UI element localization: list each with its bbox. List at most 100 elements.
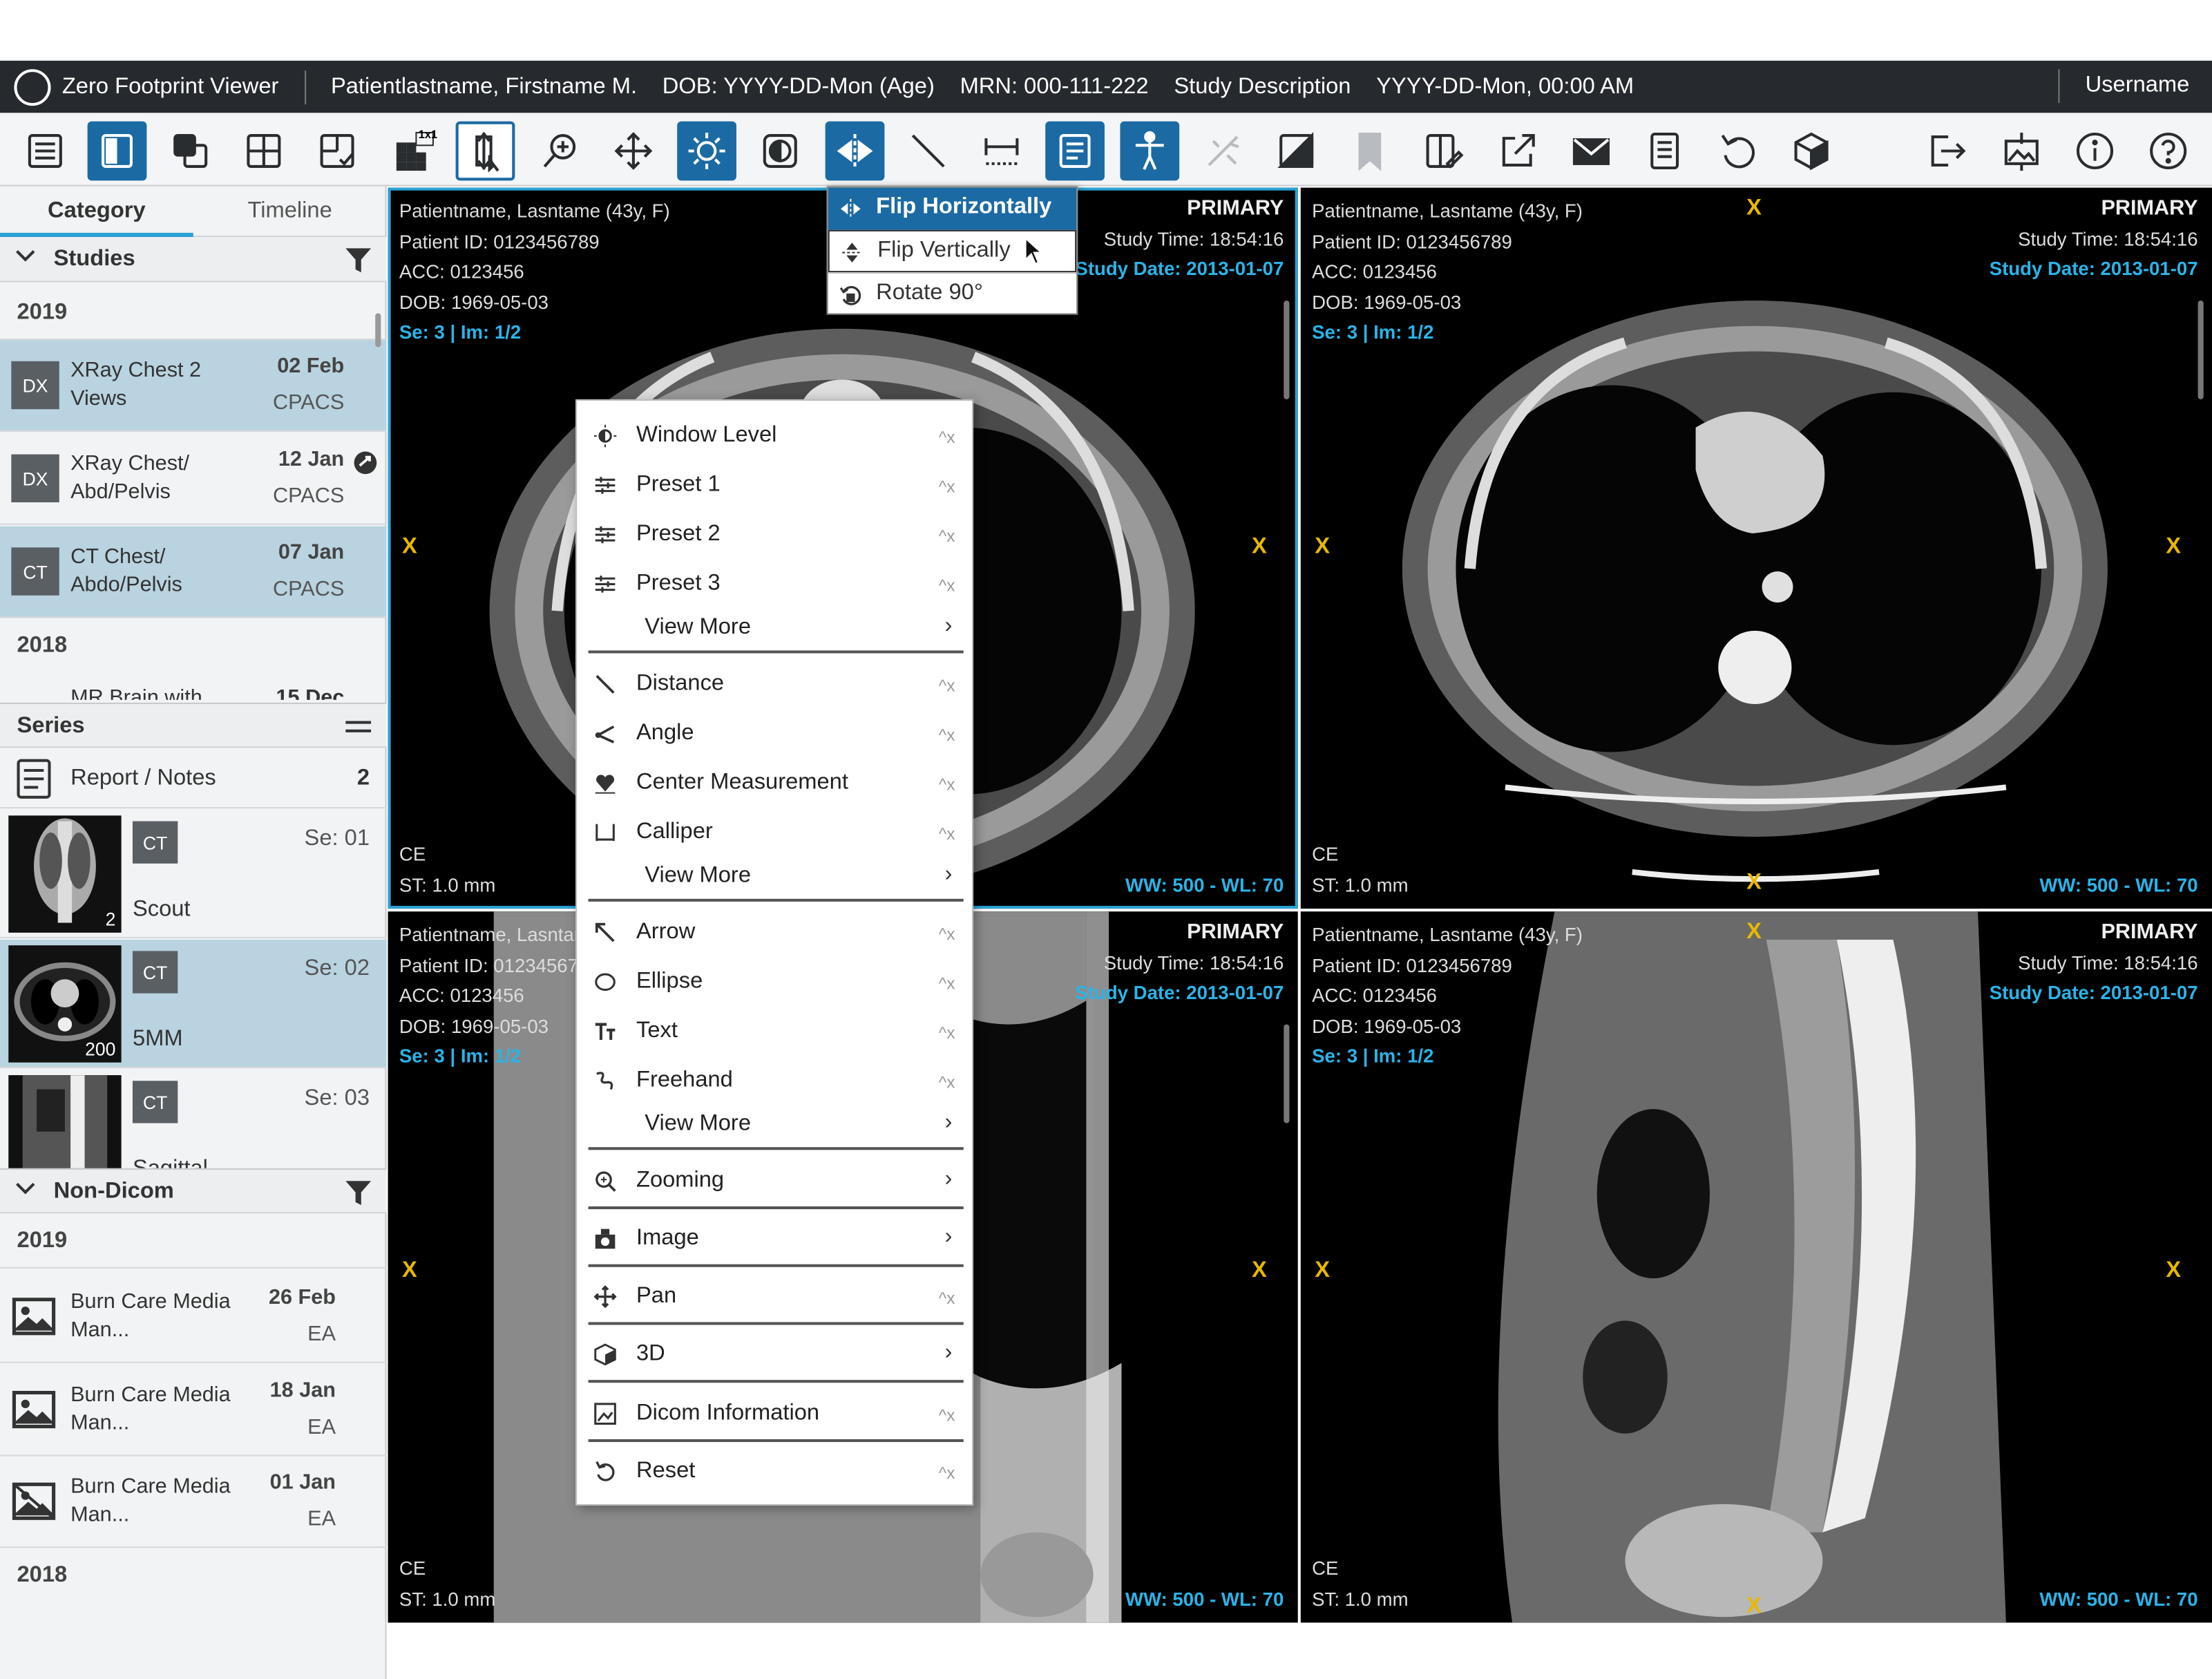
scrollbar[interactable] [1284,300,1290,399]
body-icon[interactable] [1120,121,1180,181]
menu-item-3d[interactable]: 3D › [589,1331,964,1380]
stack-icon[interactable] [161,122,220,181]
menu-item-preset-3[interactable]: Preset 3 ^x [589,560,964,609]
undo-icon[interactable] [1708,122,1768,181]
viewport-top-right[interactable]: Patientname, Lasntame (43y, F) Patient I… [1300,187,2212,909]
menu-item-ellipse[interactable]: Ellipse ^x [589,958,964,1007]
menu-item-reset[interactable]: Reset ^x [589,1448,964,1497]
filter-icon[interactable] [344,1178,372,1206]
report-notes-row[interactable]: Report / Notes 2 [0,749,387,809]
pan-icon[interactable] [604,122,663,181]
menu-item-preset-2[interactable]: Preset 2 ^x [589,511,964,560]
tab-timeline[interactable]: Timeline [193,187,387,238]
menu-item-view-more-presets[interactable]: View More › [589,604,964,653]
non-dicom-header[interactable]: Non-Dicom [0,1168,387,1214]
flip-icon[interactable] [825,121,885,181]
grid-icon[interactable] [234,122,294,181]
list-icon[interactable] [15,122,75,181]
non-dicom-item[interactable]: Burn Care Media Man... 01 Jan EA [0,1456,387,1548]
flip-submenu: Flip Horizontally Flip Vertically Rotate… [826,186,1078,315]
compare-icon[interactable] [1413,122,1473,181]
study-item[interactable]: CT CT Chest/ Abdo/Pelvis 07 Jan CPACS [0,526,387,618]
arrow-icon [595,922,615,942]
menu-item-center-measurement[interactable]: Center Measurement ^x [589,759,964,808]
exit-icon[interactable] [1917,122,1976,181]
menu-item-arrow[interactable]: Arrow ^x [589,909,964,958]
series-number: Se: 02 [304,956,370,981]
menu-item-distance[interactable]: Distance ^x [589,661,964,710]
notes-icon[interactable] [1635,122,1695,181]
username-menu[interactable]: Username [2086,73,2190,99]
studies-header[interactable]: Studies [0,237,387,283]
menu-item-image[interactable]: Image › [589,1215,964,1264]
menu-item-window-level[interactable]: Window Level ^x [589,412,964,461]
study-time: Study Time: 18:54:16 [1103,227,1284,249]
menu-label: Center Measurement [636,770,848,795]
orientation-marker: X [1252,1258,1267,1283]
menu-item-dicom-information[interactable]: Dicom Information ^x [589,1389,964,1439]
scroll-icon[interactable] [455,121,515,181]
menu-label: Image [636,1226,699,1251]
layout-icon[interactable] [87,121,147,181]
series-item[interactable]: 2 CT Se: 01 Scout [0,810,387,938]
viewport-bottom-right[interactable]: Patientname, Lasntame (43y, F) Patient I… [1300,911,2212,1623]
menu-item-preset-1[interactable]: Preset 1 ^x [589,462,964,511]
sync-icon [354,451,377,475]
bookmark-icon[interactable] [1340,122,1400,181]
menu-item-flip-vertically[interactable]: Flip Vertically [828,229,1077,273]
export-image-icon[interactable] [1992,122,2051,181]
window-level-icon[interactable] [677,121,736,181]
reset-icon [595,1461,615,1481]
shortcut-label: ^x [938,824,955,844]
help-icon[interactable] [2139,122,2198,181]
menu-divider [588,898,964,902]
mail-icon[interactable] [1562,122,1621,181]
menu-item-angle[interactable]: Angle ^x [589,710,964,759]
grid-1x1-icon[interactable]: 1x1 [383,122,443,181]
layout-check-icon[interactable] [307,122,367,181]
shortcut-label: ^x [938,1463,955,1483]
scrollbar[interactable] [375,313,381,348]
info-icon[interactable] [2066,122,2125,181]
ellipse-icon [595,973,616,992]
calliper-icon[interactable] [972,122,1031,181]
menu-item-calliper[interactable]: Calliper ^x [589,808,964,857]
filter-icon[interactable] [344,245,372,274]
menu-item-pan[interactable]: Pan ^x [589,1273,964,1322]
contrast-icon[interactable] [1267,122,1326,181]
non-dicom-item[interactable]: Burn Care Media Man... 18 Jan EA [0,1365,387,1457]
shortcut-label: ^x [938,576,955,596]
magic-icon[interactable] [1194,122,1253,181]
measure-line-icon[interactable] [899,122,958,181]
menu-icon[interactable] [344,712,372,741]
modality-badge: CT [132,821,178,864]
series-header[interactable]: Series [0,702,387,748]
flip-horizontal-icon [841,198,861,219]
report-icon[interactable] [1045,121,1105,181]
cube-icon[interactable] [1782,122,1841,181]
study-item[interactable]: DX XRay Chest 2 Views 02 Feb CPACS [0,340,387,432]
menu-item-flip-horizontally[interactable]: Flip Horizontally [828,187,1077,230]
zoom-icon[interactable] [531,122,590,181]
scrollbar[interactable] [2197,300,2204,399]
menu-item-view-more-measure[interactable]: View More › [589,852,964,901]
invert-icon[interactable] [750,122,810,181]
panel-tabs: Category Timeline [0,187,387,238]
menu-item-zooming[interactable]: Zooming › [589,1157,964,1206]
scrollbar[interactable] [1284,1024,1290,1123]
menu-item-rotate-90[interactable]: Rotate 90° [828,272,1077,314]
menu-item-freehand[interactable]: Freehand ^x [589,1057,964,1106]
menu-label: Arrow [636,920,696,945]
series-item[interactable]: 188 CT Se: 03 Sagittal [0,1070,387,1168]
study-item-partial[interactable]: MR Brain with 15 Dec [0,677,387,699]
non-dicom-item[interactable]: Burn Care Media Man... 26 Feb EA [0,1271,387,1363]
menu-item-text[interactable]: Text ^x [589,1007,964,1056]
external-link-icon[interactable] [1488,122,1547,181]
tab-category[interactable]: Category [0,187,193,238]
study-item[interactable]: DX XRay Chest/ Abd/Pelvis 12 Jan CPACS [0,433,387,525]
text-icon [595,1023,616,1041]
modality-badge: DX [11,454,59,502]
menu-item-view-more-annotate[interactable]: View More › [589,1101,964,1150]
series-item[interactable]: 200 CT Se: 02 5MM [0,940,387,1068]
report-notes-count: 2 [356,766,370,790]
